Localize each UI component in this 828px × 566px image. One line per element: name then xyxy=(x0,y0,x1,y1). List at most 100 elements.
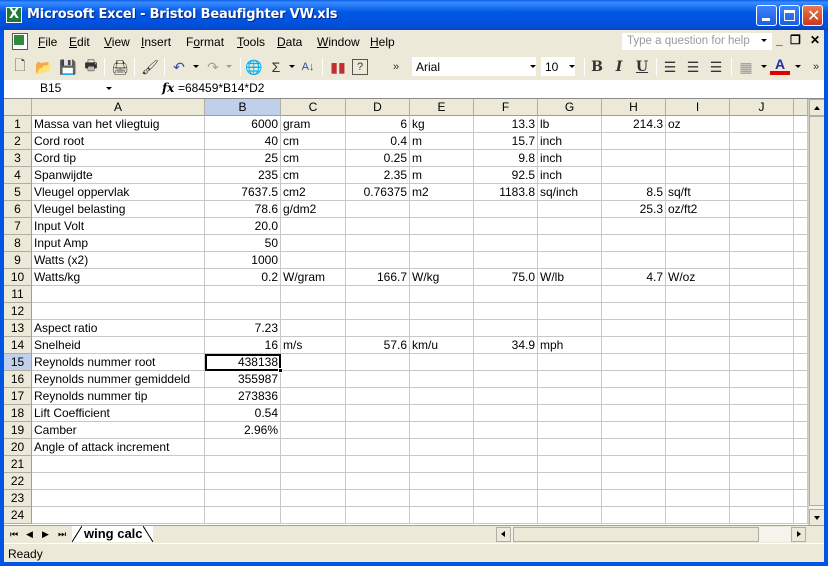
cell-h22[interactable] xyxy=(602,473,666,490)
hyperlink-icon[interactable]: 🌐 xyxy=(244,57,264,77)
italic-button[interactable]: I xyxy=(609,57,629,77)
sheet-tab-wing-calc[interactable]: wing calc xyxy=(72,526,153,542)
row-header-23[interactable]: 23 xyxy=(4,490,32,507)
cell-g5[interactable]: sq/inch xyxy=(538,184,602,201)
scroll-thumb[interactable] xyxy=(809,116,824,506)
redo-icon[interactable]: ↷ xyxy=(203,57,223,77)
column-header-d[interactable]: D xyxy=(346,99,410,116)
cell-e7[interactable] xyxy=(410,218,474,235)
cell-g19[interactable] xyxy=(538,422,602,439)
cell-g4[interactable]: inch xyxy=(538,167,602,184)
cell-e22[interactable] xyxy=(410,473,474,490)
cell-i19[interactable] xyxy=(666,422,730,439)
row-header-10[interactable]: 10 xyxy=(4,269,32,286)
cell-i9[interactable] xyxy=(666,252,730,269)
cell-d17[interactable] xyxy=(346,388,410,405)
cell-f20[interactable] xyxy=(474,439,538,456)
scroll-up-button[interactable] xyxy=(809,99,824,116)
cell-f13[interactable] xyxy=(474,320,538,337)
cell-a10[interactable]: Watts/kg xyxy=(32,269,205,286)
cell-g15[interactable] xyxy=(538,354,602,371)
cell-g20[interactable] xyxy=(538,439,602,456)
cell-d13[interactable] xyxy=(346,320,410,337)
cell-h9[interactable] xyxy=(602,252,666,269)
cell-d1[interactable]: 6 xyxy=(346,116,410,133)
cell-d10[interactable]: 166.7 xyxy=(346,269,410,286)
cell-e15[interactable] xyxy=(410,354,474,371)
menu-data[interactable]: Data xyxy=(277,35,302,49)
first-sheet-icon[interactable]: ⏮ xyxy=(10,529,18,540)
column-header-e[interactable]: E xyxy=(410,99,474,116)
cell-i20[interactable] xyxy=(666,439,730,456)
cell-d16[interactable] xyxy=(346,371,410,388)
ask-question-box[interactable]: Type a question for help xyxy=(622,33,772,50)
align-center-icon[interactable]: ☰ xyxy=(683,57,703,77)
cell-k14[interactable] xyxy=(794,337,808,354)
cell-i5[interactable]: sq/ft xyxy=(666,184,730,201)
cell-j20[interactable] xyxy=(730,439,794,456)
cell-c24[interactable] xyxy=(281,507,346,524)
horizontal-scrollbar[interactable] xyxy=(496,527,806,542)
cell-c6[interactable]: g/dm2 xyxy=(281,201,346,218)
cell-j3[interactable] xyxy=(730,150,794,167)
insert-function-icon[interactable]: fx xyxy=(162,81,174,95)
cell-j2[interactable] xyxy=(730,133,794,150)
format-painter-icon[interactable]: 🖌 xyxy=(140,57,160,77)
cell-j21[interactable] xyxy=(730,456,794,473)
cell-i15[interactable] xyxy=(666,354,730,371)
cell-c19[interactable] xyxy=(281,422,346,439)
scroll-thumb[interactable] xyxy=(513,527,759,542)
font-name-select[interactable]: Arial xyxy=(412,57,536,76)
cell-e23[interactable] xyxy=(410,490,474,507)
cell-c1[interactable]: gram xyxy=(281,116,346,133)
select-all-corner[interactable] xyxy=(4,99,32,116)
cell-d19[interactable] xyxy=(346,422,410,439)
autosum-dropdown[interactable] xyxy=(289,65,295,68)
cell-j8[interactable] xyxy=(730,235,794,252)
menu-tools[interactable]: Tools xyxy=(237,35,265,49)
row-header-13[interactable]: 13 xyxy=(4,320,32,337)
cell-k19[interactable] xyxy=(794,422,808,439)
cell-c3[interactable]: cm xyxy=(281,150,346,167)
cell-a20[interactable]: Angle of attack increment xyxy=(32,439,205,456)
cell-j4[interactable] xyxy=(730,167,794,184)
cell-k13[interactable] xyxy=(794,320,808,337)
cell-d24[interactable] xyxy=(346,507,410,524)
row-header-12[interactable]: 12 xyxy=(4,303,32,320)
cell-a18[interactable]: Lift Coefficient xyxy=(32,405,205,422)
cell-i12[interactable] xyxy=(666,303,730,320)
next-sheet-icon[interactable]: ▶ xyxy=(42,529,49,540)
cell-i4[interactable] xyxy=(666,167,730,184)
cell-g6[interactable] xyxy=(538,201,602,218)
column-header-a[interactable]: A xyxy=(32,99,205,116)
cell-d20[interactable] xyxy=(346,439,410,456)
cell-d5[interactable]: 0.76375 xyxy=(346,184,410,201)
cell-f7[interactable] xyxy=(474,218,538,235)
cell-i11[interactable] xyxy=(666,286,730,303)
cell-i8[interactable] xyxy=(666,235,730,252)
row-header-4[interactable]: 4 xyxy=(4,167,32,184)
row-header-15[interactable]: 15 xyxy=(4,354,32,371)
cell-i13[interactable] xyxy=(666,320,730,337)
cell-h10[interactable]: 4.7 xyxy=(602,269,666,286)
cell-a6[interactable]: Vleugel belasting xyxy=(32,201,205,218)
doc-close-button[interactable]: ✕ xyxy=(810,33,820,47)
row-header-3[interactable]: 3 xyxy=(4,150,32,167)
cell-e3[interactable]: m xyxy=(410,150,474,167)
cell-c20[interactable] xyxy=(281,439,346,456)
cell-e5[interactable]: m2 xyxy=(410,184,474,201)
cell-e9[interactable] xyxy=(410,252,474,269)
cell-i17[interactable] xyxy=(666,388,730,405)
cell-h4[interactable] xyxy=(602,167,666,184)
cell-c16[interactable] xyxy=(281,371,346,388)
cell-e10[interactable]: W/kg xyxy=(410,269,474,286)
cell-b17[interactable]: 273836 xyxy=(205,388,281,405)
cell-c8[interactable] xyxy=(281,235,346,252)
cell-e13[interactable] xyxy=(410,320,474,337)
cell-d11[interactable] xyxy=(346,286,410,303)
excel-app-icon[interactable] xyxy=(6,7,22,23)
chevron-down-icon[interactable] xyxy=(106,87,112,90)
cell-e1[interactable]: kg xyxy=(410,116,474,133)
cell-k11[interactable] xyxy=(794,286,808,303)
cell-a9[interactable]: Watts (x2) xyxy=(32,252,205,269)
